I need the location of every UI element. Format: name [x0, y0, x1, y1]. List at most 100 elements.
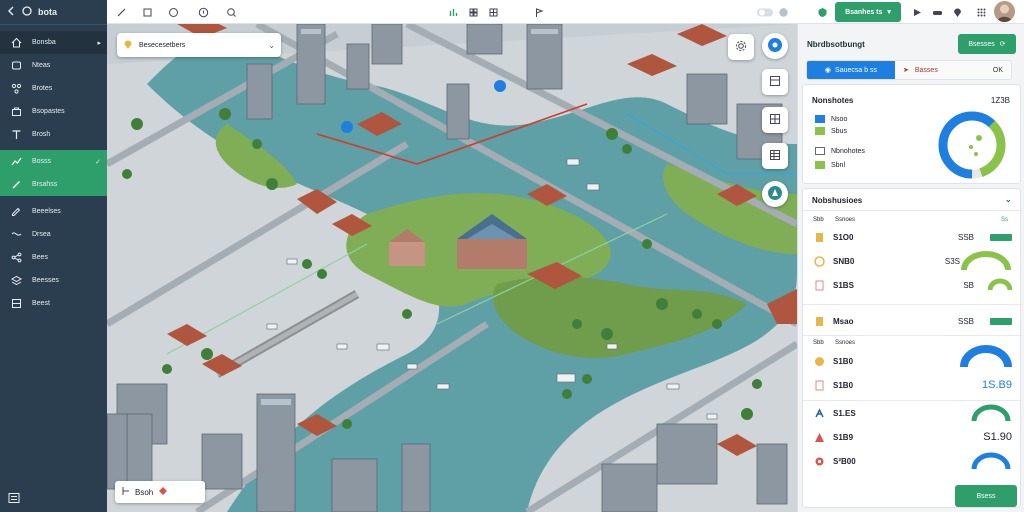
- legend-swatch: [815, 147, 825, 155]
- metric-value: SB: [963, 280, 974, 290]
- sidebar-item-7[interactable]: Beeelses: [0, 200, 107, 223]
- metrics-title: Nobshusioes: [812, 196, 863, 205]
- chevron-down-icon: ▾: [887, 9, 891, 16]
- back-icon[interactable]: [6, 6, 16, 18]
- compass-button[interactable]: [762, 181, 788, 207]
- pin-marker-icon[interactable]: [949, 4, 965, 20]
- legend-swatch: [815, 127, 825, 135]
- metric-label: S²B00: [833, 456, 856, 466]
- document-icon: [813, 315, 825, 327]
- list-icon: [769, 149, 781, 163]
- metric-label: S1B0: [833, 356, 854, 366]
- file-icon: [813, 279, 825, 291]
- metric-arc: [971, 452, 1011, 470]
- metric-value: SSB: [957, 232, 974, 242]
- top-toolbar: Bsanhes ts ▾: [107, 0, 1024, 24]
- map-viewport[interactable]: Besecesetbers ⌄ Bsoh: [107, 24, 797, 512]
- gear-icon: [813, 455, 825, 467]
- legend-item: Sbus: [815, 127, 847, 135]
- sidebar-item-4[interactable]: Brosh: [0, 123, 107, 146]
- zoom-in-button[interactable]: [762, 69, 788, 95]
- layers-button[interactable]: [762, 107, 788, 133]
- metric-row[interactable]: S1.ES: [813, 401, 1016, 425]
- metric-row[interactable]: S1B0 1S.B9: [813, 373, 1016, 397]
- toggle-icon[interactable]: [755, 4, 775, 20]
- legend-swatch: [815, 161, 825, 169]
- table-view-icon[interactable]: [485, 4, 501, 20]
- metric-value: S3S: [944, 256, 960, 266]
- panel-footer-label: Bsess: [976, 492, 996, 500]
- sidebar-item-5[interactable]: Bosss ✓: [0, 150, 107, 173]
- metric-value: 1S.B9: [982, 379, 1012, 391]
- chevron-down-icon[interactable]: ⌄: [1004, 194, 1012, 205]
- sidebar-item-label: Nteas: [32, 62, 51, 69]
- map-search-select[interactable]: Besecesetbers ⌄: [117, 33, 281, 57]
- share-icon: [10, 252, 22, 264]
- collapse-sidebar-icon[interactable]: [8, 492, 20, 506]
- app-title: bota: [38, 7, 57, 17]
- map-legend-label: Bsoh: [135, 487, 154, 497]
- cursor-icon[interactable]: [113, 4, 129, 20]
- settings-icon: [735, 40, 747, 54]
- isometric-city-map[interactable]: [107, 24, 797, 512]
- clock-icon[interactable]: [775, 4, 791, 20]
- metric-row[interactable]: SNB0 S3S: [813, 249, 1016, 273]
- info-icon[interactable]: [195, 4, 211, 20]
- sidebar: bota Bonsba ▸ Nteas Brotes Bsopastes Bro…: [0, 0, 107, 512]
- metric-arc: [961, 251, 1011, 271]
- sidebar-item-9[interactable]: Bees: [0, 246, 107, 269]
- apps-grid-icon[interactable]: [973, 4, 989, 20]
- tab-active-label: Sauecsa b ss: [835, 66, 878, 74]
- sidebar-item-6[interactable]: Brsahss: [0, 173, 107, 196]
- map-legend[interactable]: Bsoh: [115, 481, 205, 503]
- sidebar-item-label: Bosss: [32, 158, 52, 165]
- metric-row[interactable]: S²B00: [813, 449, 1016, 473]
- car-icon[interactable]: [929, 4, 945, 20]
- tab-active[interactable]: ◉ Sauecsa b ss: [807, 61, 895, 79]
- sidebar-item-label: Brotes: [32, 85, 53, 92]
- square-icon: [10, 60, 22, 72]
- play-icon[interactable]: [909, 4, 925, 20]
- user-avatar[interactable]: [994, 1, 1015, 22]
- layers-icon[interactable]: [139, 4, 155, 20]
- legend-item: Sbnl: [815, 161, 845, 169]
- stack-icon: [10, 275, 22, 287]
- file-icon: [813, 379, 825, 391]
- metric-row[interactable]: S1O0 SSB: [813, 225, 1016, 249]
- shield-icon[interactable]: [814, 4, 830, 20]
- sidebar-item-8[interactable]: Drsea: [0, 223, 107, 246]
- search-icon[interactable]: [223, 4, 239, 20]
- globe-icon: ◉: [824, 67, 832, 74]
- panel-action-button[interactable]: Bsesses ⟳: [958, 34, 1016, 54]
- metrics-subheader-left: Sbb: [813, 217, 824, 223]
- metric-bar: [990, 317, 1012, 325]
- panel-action-label: Bsesses: [968, 40, 995, 48]
- document-icon: [813, 231, 825, 243]
- grid-icon[interactable]: [465, 4, 481, 20]
- legend-swatch: [815, 115, 825, 123]
- sidebar-item-2[interactable]: Brotes: [0, 77, 107, 100]
- flag-icon[interactable]: [531, 4, 547, 20]
- locate-icon: [767, 37, 783, 55]
- sidebar-item-10[interactable]: Beesses: [0, 269, 107, 292]
- sidebar-item-11[interactable]: Beest: [0, 292, 107, 315]
- table-button[interactable]: [762, 143, 788, 169]
- stats-icon[interactable]: [445, 4, 461, 20]
- metric-row[interactable]: Msao SSB: [813, 309, 1016, 333]
- locate-button[interactable]: [762, 33, 788, 59]
- sidebar-item-1[interactable]: Nteas: [0, 54, 107, 77]
- edit-icon: [10, 179, 22, 191]
- metric-row[interactable]: S1B0: [813, 345, 1016, 373]
- metric-value: S1.90: [983, 431, 1012, 443]
- metric-row[interactable]: S1BS SB: [813, 273, 1016, 297]
- sidebar-item-0[interactable]: Bonsba ▸: [0, 31, 107, 54]
- analytics-panel: Nbrdbsotbungt Bsesses ⟳ ◉ Sauecsa b ss ➤…: [797, 24, 1024, 512]
- primary-action-button[interactable]: Bsanhes ts ▾: [835, 2, 901, 22]
- tab-other[interactable]: ➤ Basses OK: [895, 61, 1011, 79]
- pin-icon[interactable]: [165, 4, 181, 20]
- map-settings-button[interactable]: [728, 34, 754, 60]
- sidebar-item-label: Beeelses: [32, 208, 61, 215]
- sidebar-item-3[interactable]: Bsopastes: [0, 100, 107, 123]
- panel-footer-button[interactable]: Bsess: [955, 485, 1017, 507]
- metric-row[interactable]: S1B9 S1.90: [813, 425, 1016, 449]
